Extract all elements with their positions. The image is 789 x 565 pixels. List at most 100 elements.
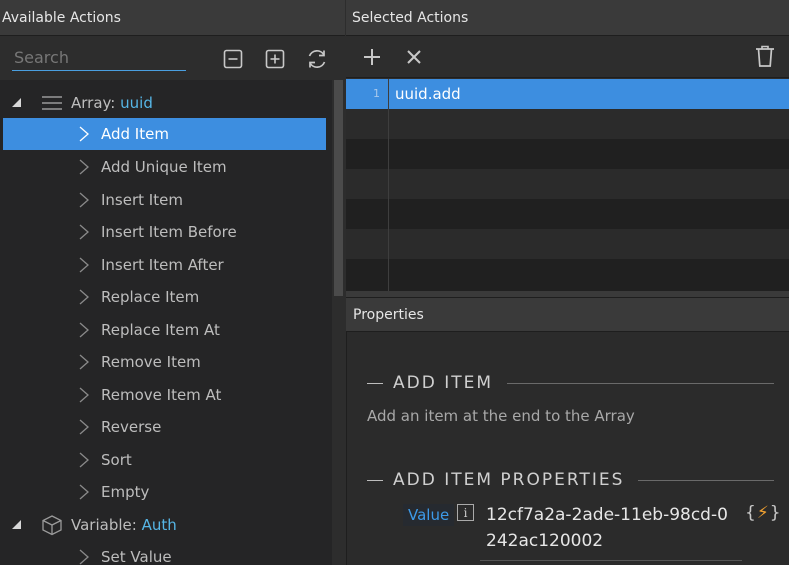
action-item-label: Insert Item: [101, 191, 183, 209]
selected-actions-toolbar: [346, 36, 789, 78]
action-item-replace-item[interactable]: Replace Item: [0, 281, 332, 313]
empty-row: [346, 139, 789, 169]
empty-row: [346, 109, 789, 139]
chevron-right-icon: [79, 354, 89, 370]
action-item-label: Sort: [101, 451, 132, 469]
chevron-right-icon: [79, 387, 89, 403]
left-toolbar: [0, 36, 345, 79]
value-field-underline: [480, 560, 742, 561]
panel-title: Selected Actions: [352, 9, 469, 26]
action-item-sort[interactable]: Sort: [0, 444, 332, 476]
delete-action-button[interactable]: [751, 43, 779, 69]
value-field[interactable]: 12cf7a2a-2ade-11eb-98cd-0242ac120002: [486, 502, 736, 554]
action-item-remove-item[interactable]: Remove Item: [0, 346, 332, 378]
chevron-right-icon: [79, 452, 89, 468]
action-item-set-value[interactable]: Set Value: [0, 541, 332, 565]
value-label: Value: [403, 504, 455, 526]
selected-actions-header: Selected Actions: [346, 0, 789, 36]
action-item-empty[interactable]: Empty: [0, 476, 332, 508]
section-title-text: ADD ITEM: [393, 373, 494, 393]
expand-all-button[interactable]: [261, 46, 289, 72]
group-label: Variable: Auth: [71, 516, 177, 534]
scrollbar-thumb[interactable]: [334, 80, 343, 296]
divider: [507, 382, 774, 384]
selected-actions-list: 1 uuid.add: [346, 79, 789, 291]
action-item-add-unique-item[interactable]: Add Unique Item: [0, 151, 332, 183]
section-title-text: ADD ITEM PROPERTIES: [393, 470, 625, 490]
group-name: uuid: [120, 94, 153, 112]
panel-title: Available Actions: [2, 9, 121, 26]
action-item-add-item[interactable]: Add Item: [3, 118, 326, 150]
chevron-right-icon: [79, 484, 89, 500]
tree-scrollbar[interactable]: [332, 80, 345, 565]
lightning-icon: ⚡: [756, 503, 769, 523]
section-title-properties: ADD ITEM PROPERTIES: [367, 470, 774, 490]
collapse-all-button[interactable]: [219, 46, 247, 72]
action-description: Add an item at the end to the Array: [367, 407, 635, 425]
refresh-button[interactable]: [303, 46, 331, 72]
group-label: Array: uuid: [71, 94, 153, 112]
chevron-right-icon: [79, 192, 89, 208]
action-item-insert-item-after[interactable]: Insert Item After: [0, 249, 332, 281]
close-icon: [407, 50, 421, 64]
plus-icon: [364, 49, 380, 65]
action-item-insert-item[interactable]: Insert Item: [0, 184, 332, 216]
action-item-label: Insert Item Before: [101, 223, 237, 241]
chevron-right-icon: [79, 549, 89, 565]
action-item-label: Replace Item: [101, 288, 200, 306]
add-action-button[interactable]: [358, 44, 386, 70]
action-text: uuid.add: [395, 85, 461, 103]
available-actions-header: Available Actions: [0, 0, 345, 36]
action-item-label: Replace Item At: [101, 321, 220, 339]
action-item-label: Add Unique Item: [101, 158, 227, 176]
info-icon[interactable]: i: [457, 504, 474, 521]
search-input[interactable]: [12, 45, 186, 71]
tree-group-array-uuid[interactable]: Array: uuid: [0, 87, 332, 119]
group-prefix: Variable:: [71, 516, 137, 534]
tree-group-variable-auth[interactable]: Variable: Auth: [0, 509, 332, 541]
expanded-triangle-icon[interactable]: [12, 98, 22, 108]
group-name: Auth: [141, 516, 177, 534]
gutter-divider: [388, 79, 389, 291]
chevron-right-icon: [79, 289, 89, 305]
empty-row: [346, 229, 789, 259]
panel-title: Properties: [353, 306, 424, 323]
action-item-reverse[interactable]: Reverse: [0, 411, 332, 443]
chevron-right-icon: [79, 322, 89, 338]
action-item-label: Insert Item After: [101, 256, 224, 274]
action-item-label: Remove Item At: [101, 386, 222, 404]
expanded-triangle-icon[interactable]: [12, 520, 22, 530]
action-item-label: Set Value: [101, 548, 172, 565]
selected-action-row[interactable]: 1 uuid.add: [346, 79, 789, 109]
divider: [367, 479, 383, 481]
dynamic-data-button[interactable]: {⚡}: [745, 503, 781, 523]
action-item-label: Remove Item: [101, 353, 201, 371]
action-item-insert-item-before[interactable]: Insert Item Before: [0, 216, 332, 248]
action-item-label: Empty: [101, 483, 150, 501]
action-item-replace-item-at[interactable]: Replace Item At: [0, 314, 332, 346]
minus-square-icon: [223, 49, 243, 69]
chevron-right-icon: [79, 126, 89, 142]
chevron-right-icon: [79, 419, 89, 435]
action-item-remove-item-at[interactable]: Remove Item At: [0, 379, 332, 411]
chevron-right-icon: [79, 257, 89, 273]
action-item-label: Reverse: [101, 418, 162, 436]
brace-close: }: [769, 503, 781, 523]
remove-action-button[interactable]: [400, 44, 428, 70]
group-prefix: Array:: [71, 94, 116, 112]
section-title-add-item: ADD ITEM: [367, 373, 774, 393]
brace-open: {: [745, 503, 756, 523]
trash-icon: [756, 45, 774, 67]
empty-row: [346, 199, 789, 229]
plus-square-icon: [265, 49, 285, 69]
properties-panel: ADD ITEM Add an item at the end to the A…: [346, 332, 789, 565]
divider: [638, 479, 774, 481]
list-icon: [42, 96, 62, 110]
chevron-right-icon: [79, 224, 89, 240]
row-number: 1: [373, 87, 380, 100]
cube-icon: [42, 515, 62, 536]
refresh-icon: [308, 50, 326, 68]
empty-row: [346, 259, 789, 289]
properties-header: Properties: [346, 297, 789, 332]
chevron-right-icon: [79, 159, 89, 175]
